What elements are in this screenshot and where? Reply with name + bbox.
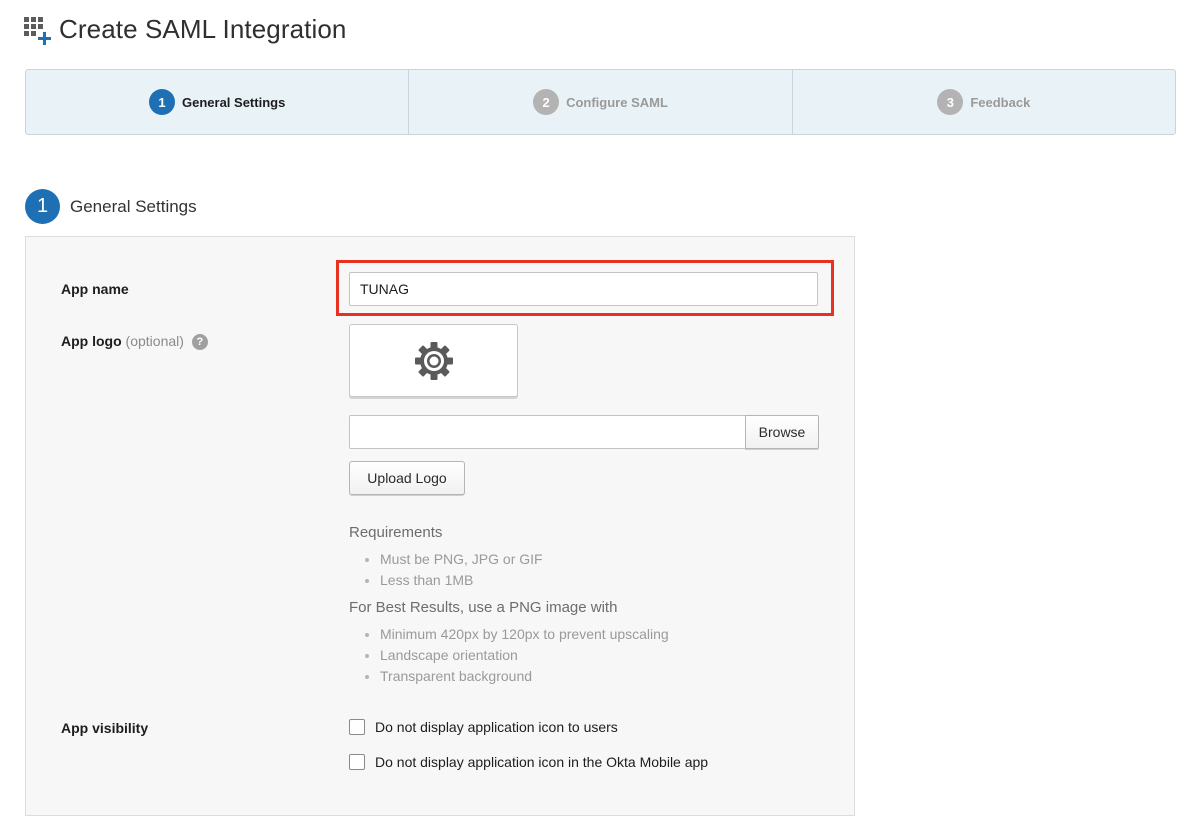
section-title: General Settings	[70, 196, 197, 216]
upload-logo-button[interactable]: Upload Logo	[349, 461, 465, 495]
best-results-list: Minimum 420px by 120px to prevent upscal…	[349, 624, 669, 687]
section-header: 1 General Settings	[25, 189, 197, 224]
list-item: Less than 1MB	[380, 570, 543, 591]
general-settings-panel: App name App logo (optional) ? Brows	[25, 236, 855, 816]
help-icon[interactable]: ?	[191, 334, 208, 350]
hide-icon-mobile-option[interactable]: Do not display application icon in the O…	[349, 754, 708, 770]
list-item: Transparent background	[380, 666, 669, 687]
app-visibility-label: App visibility	[61, 720, 149, 736]
hide-icon-users-checkbox[interactable]	[349, 719, 365, 735]
step-label: Configure SAML	[566, 94, 668, 110]
page-header: Create SAML Integration	[24, 14, 347, 45]
list-item: Must be PNG, JPG or GIF	[380, 549, 543, 570]
wizard-steps: 1 General Settings 2 Configure SAML 3 Fe…	[25, 69, 1176, 135]
requirements-list: Must be PNG, JPG or GIF Less than 1MB	[349, 549, 543, 591]
step-number: 1	[149, 89, 175, 115]
step-label: Feedback	[970, 94, 1031, 110]
wizard-step-general-settings[interactable]: 1 General Settings	[26, 70, 410, 134]
best-results-title: For Best Results, use a PNG image with	[349, 599, 618, 616]
add-app-grid-icon	[24, 16, 51, 45]
section-number: 1	[25, 189, 60, 224]
step-number: 3	[937, 89, 964, 115]
optional-tag: (optional)	[125, 333, 184, 349]
logo-preview	[349, 324, 518, 397]
checkbox-label: Do not display application icon to users	[375, 719, 618, 735]
app-name-label: App name	[61, 281, 129, 297]
logo-file-input[interactable]	[349, 415, 746, 449]
page-title: Create SAML Integration	[59, 14, 347, 44]
checkbox-label: Do not display application icon in the O…	[375, 754, 709, 770]
gear-icon	[414, 341, 453, 380]
app-logo-label: App logo (optional) ?	[61, 333, 208, 350]
step-label: General Settings	[182, 94, 286, 110]
browse-button[interactable]: Browse	[745, 415, 819, 449]
list-item: Landscape orientation	[380, 645, 669, 666]
requirements-title: Requirements	[349, 524, 443, 541]
step-number: 2	[533, 89, 560, 115]
hide-icon-mobile-checkbox[interactable]	[349, 754, 365, 770]
wizard-step-feedback[interactable]: 3 Feedback	[793, 70, 1175, 134]
hide-icon-users-option[interactable]: Do not display application icon to users	[349, 719, 618, 735]
list-item: Minimum 420px by 120px to prevent upscal…	[380, 624, 669, 645]
app-logo-label-text: App logo	[61, 333, 122, 349]
app-name-input[interactable]	[349, 272, 818, 306]
wizard-step-configure-saml[interactable]: 2 Configure SAML	[409, 70, 793, 134]
